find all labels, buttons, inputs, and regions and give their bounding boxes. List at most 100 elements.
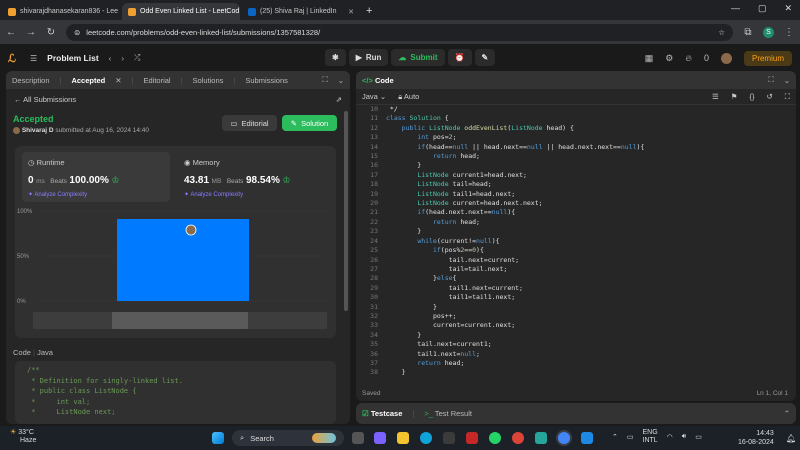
- browser-tab[interactable]: shivarajdhanasekaran836 - Lee ✕: [2, 3, 120, 20]
- edge-browser-icon[interactable]: [420, 432, 432, 444]
- chrome-active-icon[interactable]: [558, 432, 570, 444]
- store-icon[interactable]: [443, 432, 455, 444]
- timer-button[interactable]: ⏰: [447, 49, 472, 66]
- browser-tab[interactable]: (25) Shiva Raj | LinkedIn ✕: [242, 3, 360, 20]
- back-icon[interactable]: ←: [6, 27, 16, 38]
- language-select[interactable]: Java ⌄: [362, 92, 386, 101]
- bookmark-star-icon[interactable]: ☆: [718, 28, 725, 37]
- tab-test-result[interactable]: >_ Test Result: [424, 409, 472, 418]
- chat-app-icon[interactable]: [374, 432, 386, 444]
- chevron-up-icon[interactable]: ⌃: [784, 409, 790, 418]
- weather-widget[interactable]: ☀ 33°C Haze: [10, 429, 36, 445]
- reload-icon[interactable]: ↻: [46, 27, 56, 38]
- language-indicator[interactable]: ENG INTL: [643, 429, 658, 445]
- tab-testcase[interactable]: ☑ Testcase: [362, 409, 402, 418]
- tab-solutions[interactable]: Solutions: [193, 76, 224, 85]
- line-number: 13: [370, 133, 378, 142]
- chrome-icon[interactable]: [512, 432, 524, 444]
- code-editor[interactable]: 10 11 12 13 14 15 16 17 18 19 20 21 22 23 24 25 26 27 28 29…: [356, 105, 796, 378]
- chevron-down-icon[interactable]: ⌄: [784, 76, 790, 85]
- fire-icon[interactable]: 🔥︎: [685, 53, 692, 64]
- next-problem-icon[interactable]: ›: [121, 54, 124, 63]
- windows-start-icon[interactable]: [212, 432, 224, 444]
- browser-tab-active[interactable]: Odd Even Linked List - LeetCod ✕: [122, 3, 240, 20]
- code-line: ListNode current1=head.next;: [417, 170, 527, 179]
- code-tab[interactable]: </> Code: [362, 76, 394, 85]
- line-number: 10: [370, 105, 378, 113]
- taskbar-search[interactable]: ⌕ Search: [232, 430, 344, 446]
- code-line: public ListNode oddEvenList(ListNode hea…: [401, 123, 574, 132]
- analyze-complexity-link[interactable]: Analyze Complexity: [190, 192, 243, 198]
- window-controls: — ▢ ✕: [731, 3, 792, 14]
- monitor-icon[interactable]: ▭: [627, 433, 634, 441]
- notification-icon[interactable]: 🔔︎: [786, 434, 796, 443]
- tab-submissions[interactable]: Submissions: [245, 76, 288, 85]
- vscode-icon[interactable]: [581, 432, 593, 444]
- file-explorer-icon[interactable]: [397, 432, 409, 444]
- url-input[interactable]: ⊜ leetcode.com/problems/odd-even-linked-…: [66, 23, 733, 41]
- task-view-icon[interactable]: [352, 432, 364, 444]
- bookmark-icon[interactable]: ⚑: [731, 92, 738, 101]
- extensions-icon[interactable]: ⧉: [743, 27, 753, 38]
- browser-menu-icon[interactable]: ⋮: [784, 27, 794, 38]
- braces-icon[interactable]: {}: [749, 92, 754, 101]
- leetcode-logo-icon[interactable]: ℒ: [8, 52, 20, 65]
- code-line: * ListNode next;: [27, 408, 116, 416]
- close-window-icon[interactable]: ✕: [784, 3, 792, 14]
- expand-icon[interactable]: ⛶: [768, 75, 773, 85]
- weather-condition: Haze: [20, 437, 37, 444]
- problem-list-link[interactable]: Problem List: [47, 53, 98, 63]
- taskbar-clock[interactable]: 14:43 16-08-2024: [738, 429, 774, 447]
- whatsapp-icon[interactable]: [489, 432, 501, 444]
- tab-description[interactable]: Description: [12, 76, 50, 85]
- fullscreen-icon[interactable]: ⛶: [785, 92, 790, 102]
- chevron-down-icon[interactable]: ⌄: [338, 76, 344, 85]
- code-title: Code: [374, 75, 394, 85]
- chevron-up-icon[interactable]: ⌃: [612, 433, 618, 441]
- analyze-complexity-link[interactable]: Analyze Complexity: [34, 192, 87, 198]
- minimize-icon[interactable]: —: [731, 3, 740, 14]
- forward-icon[interactable]: →: [26, 27, 36, 38]
- auto-mode[interactable]: 🔒︎ Auto: [398, 92, 419, 102]
- site-info-icon[interactable]: ⊜: [74, 28, 80, 37]
- all-submissions-link[interactable]: ← All Submissions ⇗: [6, 89, 350, 110]
- app-icon[interactable]: [535, 432, 547, 444]
- play-icon: ▶: [355, 53, 362, 62]
- format-icon[interactable]: ☰: [712, 92, 719, 101]
- memory-card[interactable]: ◉ Memory 43.81 MB Beats 98.54% ♔ ✦ Analy…: [178, 152, 328, 202]
- close-icon[interactable]: ✕: [115, 76, 121, 85]
- prev-problem-icon[interactable]: ‹: [109, 54, 112, 63]
- reset-icon[interactable]: ↺: [766, 92, 772, 101]
- solution-button[interactable]: ✎ Solution: [282, 115, 337, 131]
- maximize-icon[interactable]: ▢: [758, 3, 767, 14]
- language-value: Java: [362, 92, 378, 101]
- code-content[interactable]: */class Solution { public ListNode oddEv…: [386, 105, 644, 378]
- editorial-button[interactable]: ▭ Editorial: [222, 115, 277, 131]
- runtime-card[interactable]: ◷ Runtime 0 ms Beats 100.00% ♔ ✦ Analyze…: [22, 152, 170, 202]
- user-avatar[interactable]: [720, 52, 732, 64]
- wifi-icon[interactable]: ◠: [667, 433, 673, 441]
- left-scrollbar[interactable]: [344, 111, 348, 311]
- share-icon[interactable]: ⇗: [336, 95, 342, 104]
- tab-editorial[interactable]: Editorial: [143, 76, 170, 85]
- run-button[interactable]: ▶ Run: [348, 49, 389, 66]
- submit-button[interactable]: ☁ Submit: [391, 49, 445, 66]
- new-tab-button[interactable]: +: [366, 5, 372, 17]
- debug-button[interactable]: ✱: [325, 49, 346, 66]
- notes-button[interactable]: ✎: [474, 49, 496, 66]
- random-problem-icon[interactable]: ⤮: [134, 53, 140, 63]
- mode-label: Auto: [403, 91, 420, 101]
- battery-icon[interactable]: ▭: [695, 433, 702, 441]
- settings-icon[interactable]: ⚙: [665, 53, 673, 64]
- username[interactable]: Shivaraj D: [22, 127, 54, 134]
- premium-button[interactable]: Premium: [743, 50, 792, 66]
- tab-accepted[interactable]: Accepted: [71, 76, 105, 85]
- code-line: * public class ListNode {: [27, 387, 137, 395]
- volume-icon[interactable]: 🔊︎: [682, 433, 686, 441]
- linkedin-favicon-icon: [248, 7, 256, 16]
- close-icon[interactable]: ✕: [348, 8, 354, 16]
- layout-icon[interactable]: ▦: [645, 53, 654, 64]
- mail-icon[interactable]: [466, 432, 478, 444]
- profile-avatar[interactable]: S: [763, 26, 774, 38]
- expand-icon[interactable]: ⛶: [322, 75, 327, 85]
